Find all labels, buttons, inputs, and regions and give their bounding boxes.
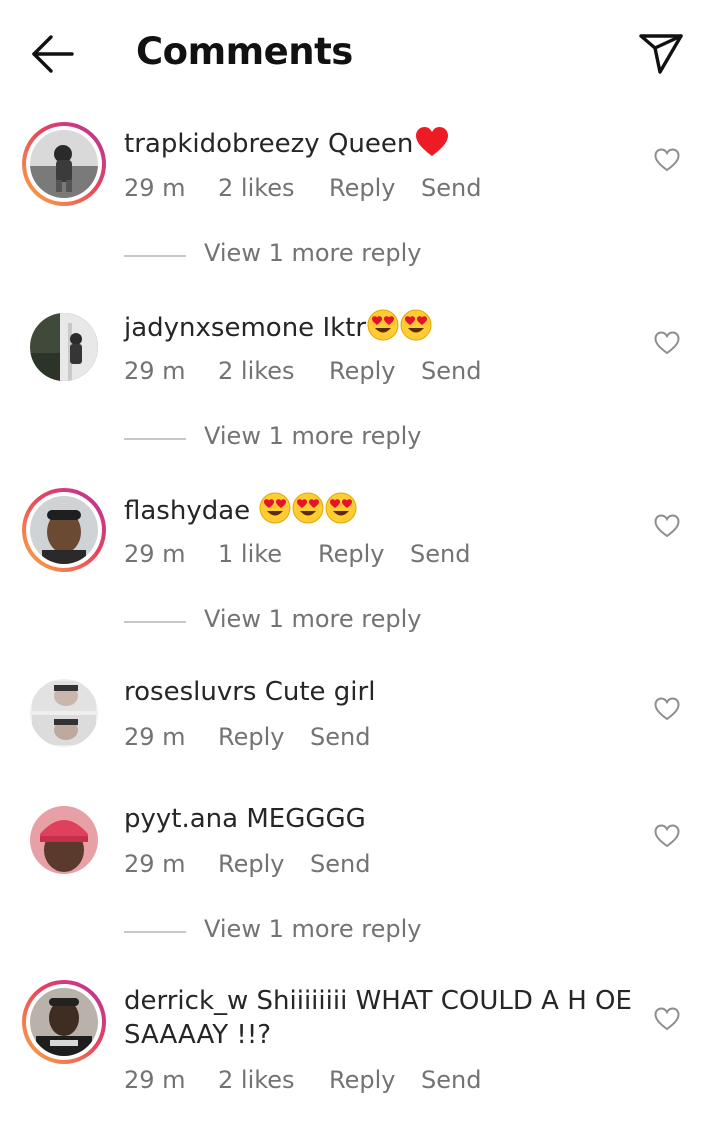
comment-username[interactable]: rosesluvrs [124,677,256,707]
reply-button[interactable]: Reply [329,174,395,202]
avatar[interactable] [22,798,106,882]
comment-username[interactable]: jadynxsemone [124,313,314,343]
comment-time: 29 m [124,174,186,202]
red-heart-icon [416,127,449,156]
comment-time: 29 m [124,850,186,878]
heart-outline-icon [654,824,680,848]
avatar[interactable] [22,671,106,755]
view-more-replies-label: View 1 more reply [204,605,422,633]
reply-button[interactable]: Reply [318,540,384,568]
heart-outline-icon [654,148,680,172]
comment-body: MEGGGG [246,804,366,834]
view-more-replies[interactable]: View 1 more reply [124,915,524,947]
heart-outline-icon [654,697,680,721]
comment-username[interactable]: derrick_w [124,986,248,1016]
comment-time: 29 m [124,723,186,751]
like-button[interactable] [654,1007,680,1031]
heart-eyes-emoji-icon [259,492,291,524]
view-more-replies[interactable]: View 1 more reply [124,239,524,271]
likes-count[interactable]: 2 likes [218,1066,295,1094]
back-button[interactable] [28,32,78,76]
comment-time: 29 m [124,357,186,385]
divider [124,931,186,933]
heart-eyes-emoji-icon [292,492,324,524]
heart-eyes-emoji-icon [367,309,399,341]
header: Comments [0,0,719,104]
send-button[interactable]: Send [310,850,370,878]
like-button[interactable] [654,824,680,848]
view-more-replies-label: View 1 more reply [204,422,422,450]
comment-body: Iktr [322,313,367,343]
comment-body: Queen [327,129,414,159]
likes-count[interactable]: 2 likes [218,174,295,202]
share-button[interactable] [636,28,686,78]
comment-text: jadynxsemone Iktr [124,309,432,345]
send-button[interactable]: Send [421,1066,481,1094]
send-button[interactable]: Send [421,357,481,385]
reply-button[interactable]: Reply [329,357,395,385]
likes-count[interactable]: 2 likes [218,357,295,385]
divider [124,621,186,623]
heart-outline-icon [654,1007,680,1031]
likes-count[interactable]: 1 like [218,540,282,568]
view-more-replies[interactable]: View 1 more reply [124,605,524,637]
avatar[interactable] [22,122,106,206]
heart-outline-icon [654,331,680,355]
comment-body: Cute girl [264,677,376,707]
comment-username[interactable]: pyyt.ana [124,804,238,834]
comment-time: 29 m [124,540,186,568]
view-more-replies-label: View 1 more reply [204,239,422,267]
comment-text: rosesluvrs Cute girl [124,675,375,709]
avatar[interactable] [22,488,106,572]
send-button[interactable]: Send [310,723,370,751]
like-button[interactable] [654,514,680,538]
comment-username[interactable]: flashydae [124,496,250,526]
send-button[interactable]: Send [410,540,470,568]
comment-text: derrick_w Shiiiiiiii WHAT COULD A H OE S… [124,984,644,1052]
like-button[interactable] [654,148,680,172]
view-more-replies[interactable]: View 1 more reply [124,422,524,454]
avatar[interactable] [22,305,106,389]
reply-button[interactable]: Reply [218,723,284,751]
comment-text: flashydae [124,492,357,528]
divider [124,438,186,440]
comment-text: trapkidobreezy Queen [124,126,449,161]
heart-eyes-emoji-icon [325,492,357,524]
comment-text: pyyt.ana MEGGGG [124,802,366,836]
avatar[interactable] [22,980,106,1064]
view-more-replies-label: View 1 more reply [204,915,422,943]
comment-time: 29 m [124,1066,186,1094]
page-title: Comments [136,30,353,73]
paper-plane-icon [639,34,683,74]
reply-button[interactable]: Reply [329,1066,395,1094]
like-button[interactable] [654,331,680,355]
like-button[interactable] [654,697,680,721]
send-button[interactable]: Send [421,174,481,202]
heart-outline-icon [654,514,680,538]
heart-eyes-emoji-icon [400,309,432,341]
divider [124,255,186,257]
reply-button[interactable]: Reply [218,850,284,878]
arrow-left-icon [32,35,74,73]
comment-username[interactable]: trapkidobreezy [124,129,320,159]
